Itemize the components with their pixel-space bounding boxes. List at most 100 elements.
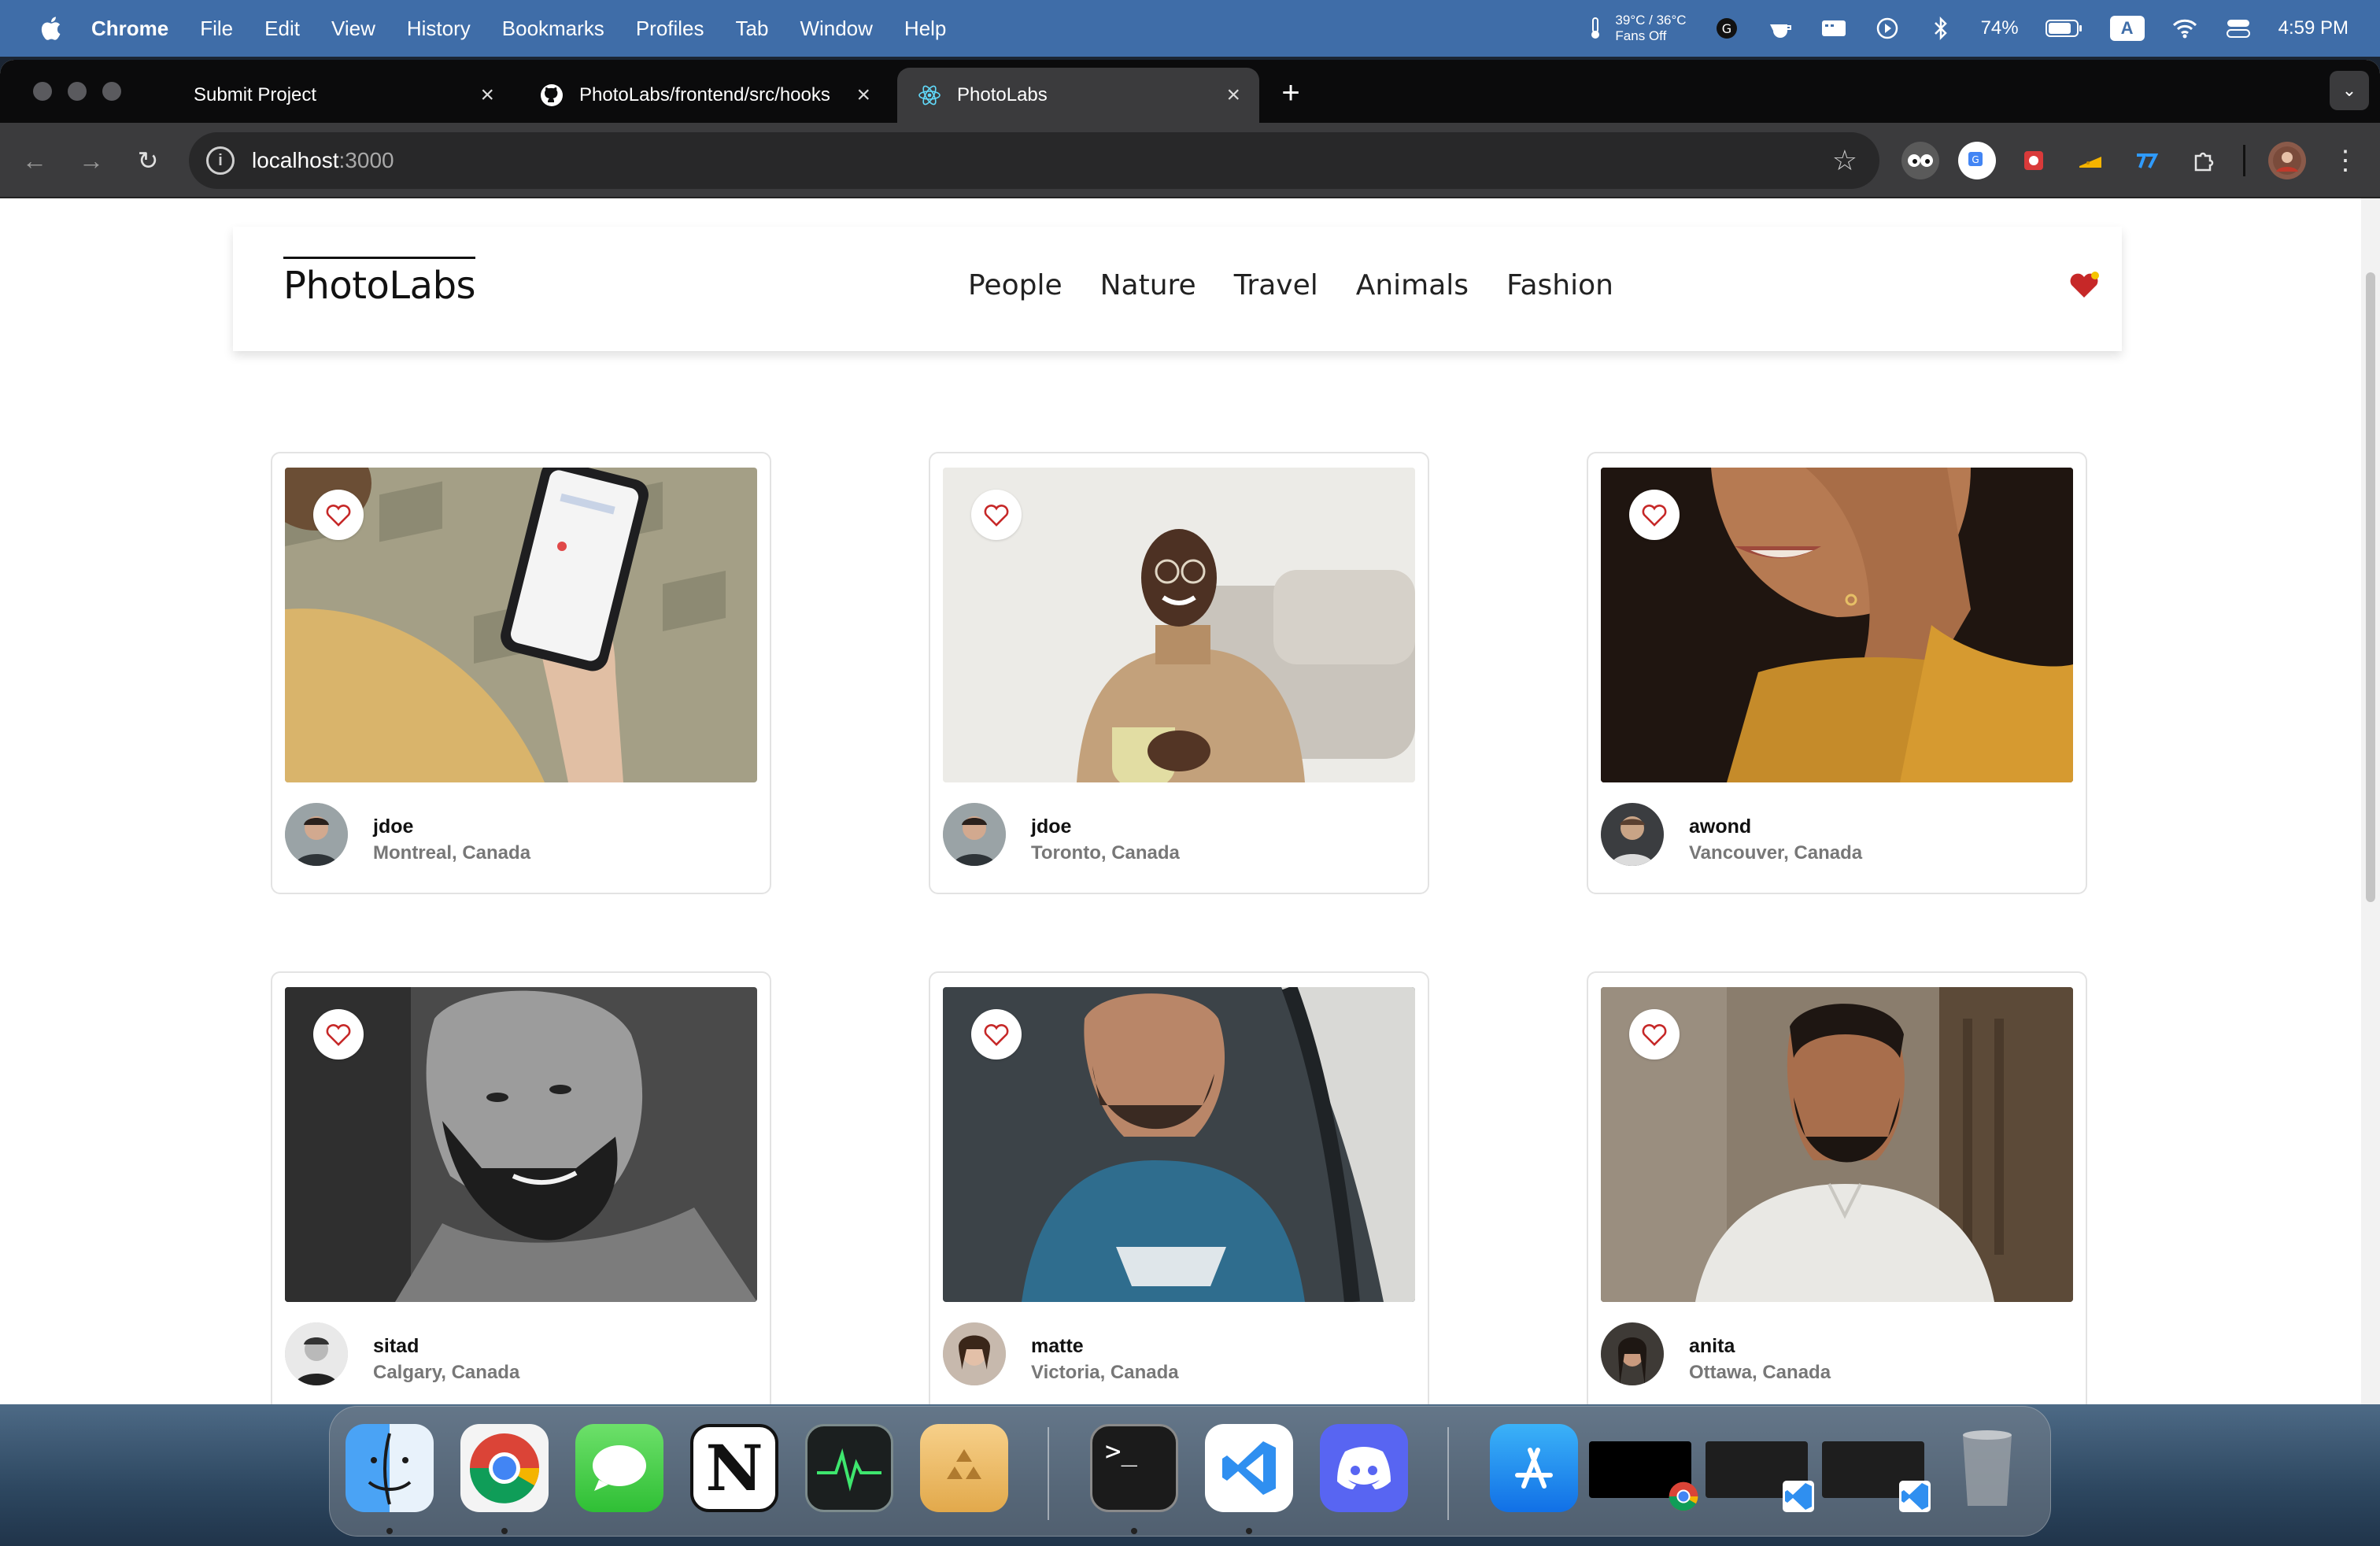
menu-tab[interactable]: Tab bbox=[736, 17, 769, 41]
page-scrollbar[interactable] bbox=[2361, 198, 2380, 1404]
minimized-chrome-window[interactable] bbox=[1589, 1441, 1698, 1511]
terminal-icon[interactable]: >_ bbox=[1090, 1424, 1178, 1512]
menubar-clock[interactable]: 4:59 PM bbox=[2278, 17, 2349, 39]
scrollbar-thumb[interactable] bbox=[2366, 272, 2375, 902]
notion-icon[interactable]: N bbox=[690, 1424, 778, 1512]
photolabs-logo[interactable]: PhotoLabs bbox=[283, 257, 476, 308]
tab-submit-project[interactable]: Submit Project × bbox=[175, 68, 513, 123]
photo-image[interactable] bbox=[943, 987, 1415, 1302]
address-bar[interactable]: i localhost:3000 ☆ bbox=[189, 132, 1879, 189]
finder-icon[interactable] bbox=[346, 1424, 434, 1512]
photo-image[interactable] bbox=[1601, 468, 2073, 782]
avatar bbox=[1601, 803, 1664, 866]
reload-icon[interactable]: ↻ bbox=[129, 142, 167, 179]
tab-photolabs-active[interactable]: PhotoLabs × bbox=[897, 68, 1259, 123]
card-icon[interactable] bbox=[1820, 15, 1847, 42]
favorite-button[interactable] bbox=[313, 490, 364, 540]
dock-separator bbox=[1048, 1427, 1049, 1520]
macos-menu-bar: Chrome File Edit View History Bookmarks … bbox=[0, 0, 2380, 57]
input-source-indicator[interactable]: A bbox=[2109, 16, 2145, 41]
photo-location: Victoria, Canada bbox=[1031, 1362, 1179, 1383]
forward-arrow-icon[interactable]: → bbox=[72, 142, 110, 179]
chrome-icon[interactable] bbox=[460, 1424, 549, 1512]
activity-monitor-icon[interactable] bbox=[805, 1424, 893, 1512]
grammarly-icon[interactable]: G bbox=[1713, 15, 1740, 42]
minimize-window-button[interactable] bbox=[68, 82, 87, 101]
extension-blue-tool-icon[interactable] bbox=[2128, 142, 2166, 179]
toolbar-divider bbox=[2243, 145, 2245, 176]
tab-close-icon[interactable]: × bbox=[480, 82, 494, 109]
zoom-window-button[interactable] bbox=[102, 82, 121, 101]
menu-app-name[interactable]: Chrome bbox=[91, 17, 168, 41]
wifi-icon[interactable] bbox=[2171, 15, 2198, 42]
extension-cheese-icon[interactable] bbox=[2071, 142, 2109, 179]
profile-avatar[interactable] bbox=[2268, 142, 2306, 179]
bluetooth-icon[interactable] bbox=[1927, 15, 1954, 42]
tab-search-chevron-icon[interactable]: ⌄ bbox=[2330, 71, 2369, 110]
photo-list-item[interactable]: awond Vancouver, Canada bbox=[1587, 452, 2087, 894]
chrome-menu-icon[interactable]: ⋮ bbox=[2326, 142, 2364, 179]
top-navigation-bar: PhotoLabs People Nature Travel Animals F… bbox=[233, 227, 2122, 351]
photo-list-item[interactable]: matte Victoria, Canada bbox=[929, 971, 1429, 1404]
bookmark-star-icon[interactable]: ☆ bbox=[1832, 144, 1857, 177]
favorite-button[interactable] bbox=[1629, 1009, 1680, 1060]
topic-people[interactable]: People bbox=[968, 269, 1062, 301]
extensions-puzzle-icon[interactable] bbox=[2185, 142, 2223, 179]
photo-image[interactable] bbox=[943, 468, 1415, 782]
photo-list-item[interactable]: jdoe Montreal, Canada bbox=[271, 452, 771, 894]
menu-profiles[interactable]: Profiles bbox=[636, 17, 704, 41]
menu-history[interactable]: History bbox=[407, 17, 471, 41]
battery-percent: 74% bbox=[1980, 17, 2019, 39]
extension-eyes-icon[interactable] bbox=[1901, 142, 1939, 179]
favorite-button[interactable] bbox=[971, 1009, 1022, 1060]
menu-help[interactable]: Help bbox=[904, 17, 946, 41]
discord-icon[interactable] bbox=[1320, 1424, 1408, 1512]
topic-travel[interactable]: Travel bbox=[1234, 269, 1318, 301]
menu-bookmarks[interactable]: Bookmarks bbox=[502, 17, 604, 41]
tab-title: Submit Project bbox=[194, 84, 317, 105]
coffee-cup-icon[interactable] bbox=[1767, 15, 1794, 42]
minimized-vscode-window[interactable] bbox=[1822, 1441, 1931, 1512]
battery-icon[interactable] bbox=[2045, 15, 2083, 42]
menu-edit[interactable]: Edit bbox=[264, 17, 300, 41]
vscode-icon[interactable] bbox=[1205, 1424, 1293, 1512]
photo-list-item[interactable]: sitad Calgary, Canada bbox=[271, 971, 771, 1404]
temperature-widget[interactable]: 39°C / 36°C Fans Off bbox=[1582, 13, 1687, 44]
favorites-heart-icon[interactable] bbox=[2067, 268, 2101, 302]
menu-window[interactable]: Window bbox=[800, 17, 872, 41]
trash-icon[interactable] bbox=[1943, 1424, 2031, 1512]
extension-red-puzzle-icon[interactable] bbox=[2015, 142, 2053, 179]
topic-fashion[interactable]: Fashion bbox=[1506, 269, 1613, 301]
topic-animals[interactable]: Animals bbox=[1356, 269, 1469, 301]
menu-view[interactable]: View bbox=[331, 17, 375, 41]
menu-file[interactable]: File bbox=[200, 17, 233, 41]
favorite-button[interactable] bbox=[971, 490, 1022, 540]
topic-nature[interactable]: Nature bbox=[1100, 269, 1196, 301]
temperature-readout: 39°C / 36°C bbox=[1615, 13, 1687, 28]
play-circle-icon[interactable] bbox=[1874, 15, 1901, 42]
site-info-icon[interactable]: i bbox=[206, 146, 235, 175]
photo-username: jdoe bbox=[1031, 816, 1072, 838]
minimized-vscode-window[interactable] bbox=[1706, 1441, 1814, 1512]
control-center-icon[interactable] bbox=[2225, 15, 2252, 42]
favorite-button[interactable] bbox=[313, 1009, 364, 1060]
app-store-icon[interactable] bbox=[1490, 1424, 1578, 1512]
photo-image[interactable] bbox=[285, 987, 757, 1302]
archive-utility-icon[interactable] bbox=[920, 1424, 1008, 1512]
photo-list-item[interactable]: anita Ottawa, Canada bbox=[1587, 971, 2087, 1404]
photo-list-item[interactable]: jdoe Toronto, Canada bbox=[929, 452, 1429, 894]
tab-close-icon[interactable]: × bbox=[856, 82, 870, 109]
close-window-button[interactable] bbox=[33, 82, 52, 101]
favorite-button[interactable] bbox=[1629, 490, 1680, 540]
back-arrow-icon[interactable]: ← bbox=[16, 142, 54, 179]
photo-image[interactable] bbox=[285, 468, 757, 782]
new-tab-button[interactable]: + bbox=[1273, 76, 1308, 110]
extension-translate-icon[interactable]: G bbox=[1958, 142, 1996, 179]
photo-image[interactable] bbox=[1601, 987, 2073, 1302]
tab-github[interactable]: PhotoLabs/frontend/src/hooks × bbox=[519, 68, 889, 123]
messages-icon[interactable] bbox=[575, 1424, 663, 1512]
apple-menu-icon[interactable] bbox=[28, 0, 72, 57]
tab-close-icon[interactable]: × bbox=[1226, 82, 1240, 109]
topic-list: People Nature Travel Animals Fashion bbox=[968, 269, 1613, 301]
photo-username: anita bbox=[1689, 1335, 1735, 1357]
